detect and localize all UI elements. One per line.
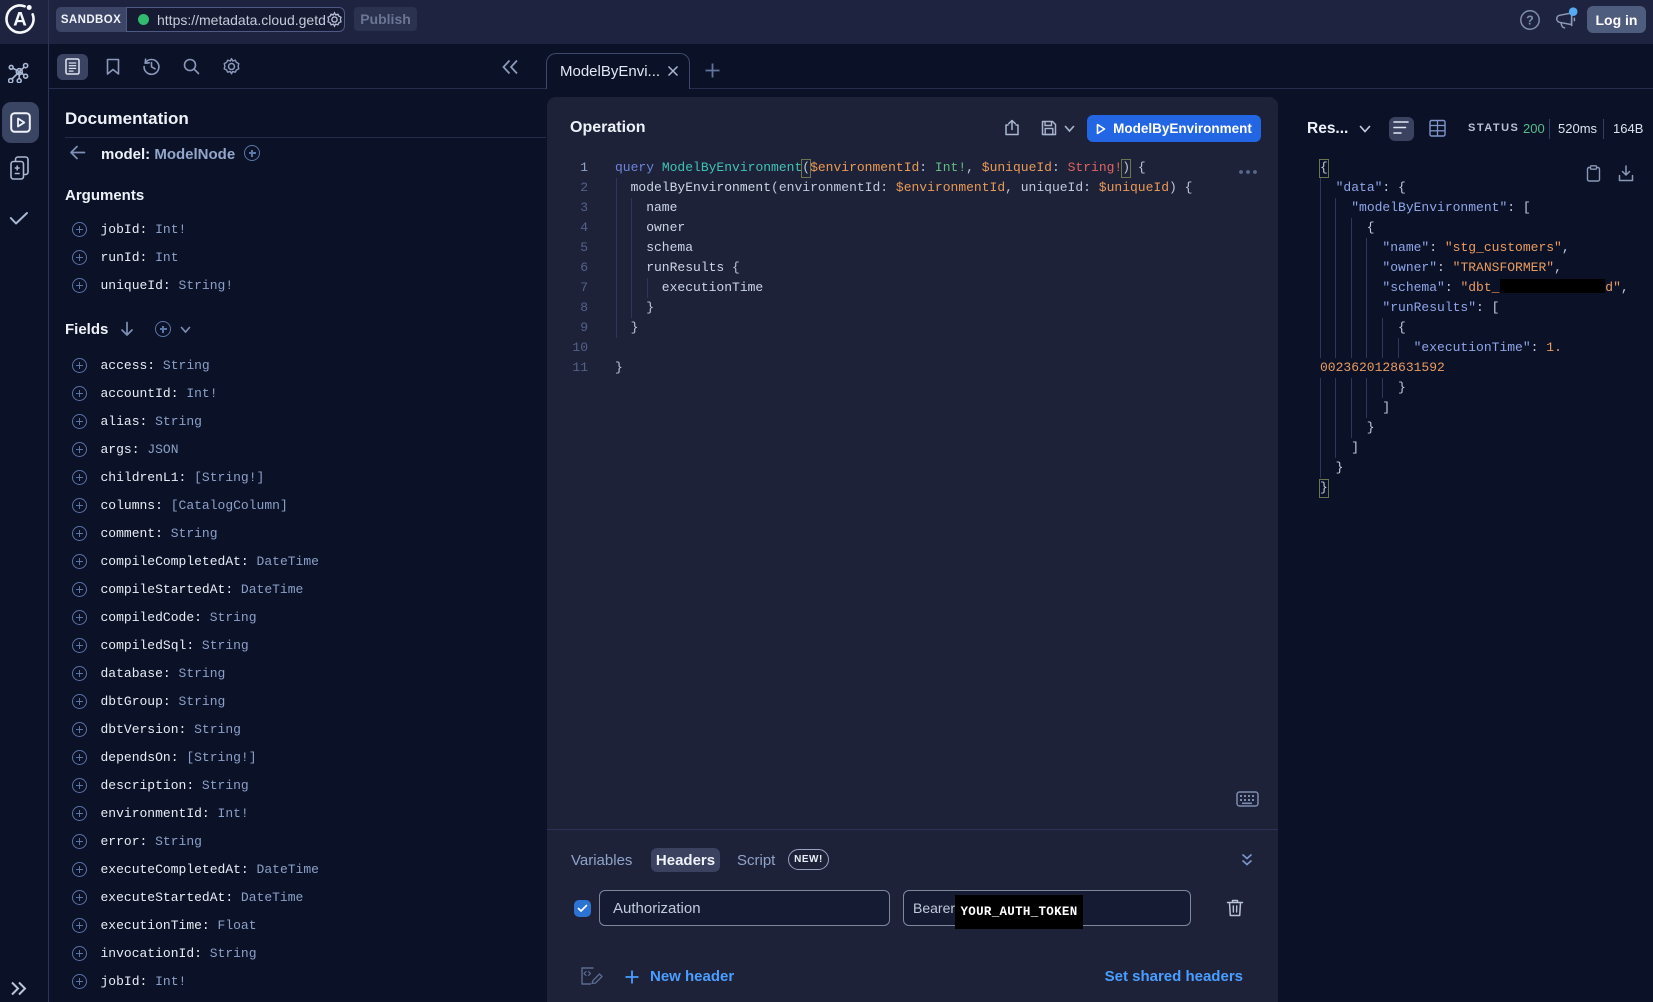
- svg-text:?: ?: [1526, 14, 1534, 28]
- svg-text:A: A: [13, 10, 27, 31]
